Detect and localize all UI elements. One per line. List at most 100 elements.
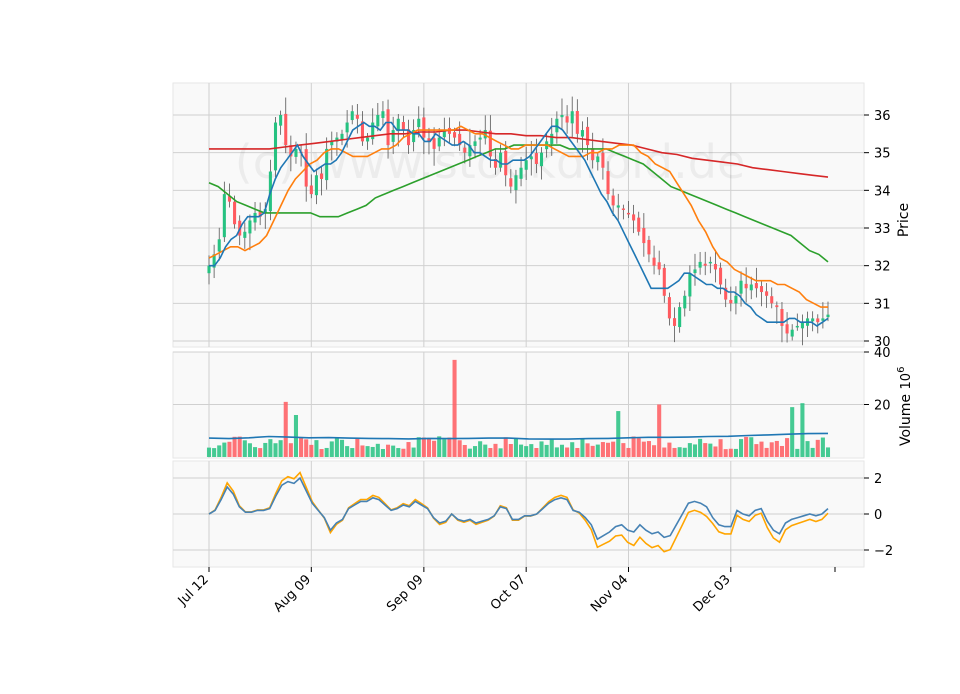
volume-bar xyxy=(733,448,738,457)
volume-bar xyxy=(718,439,723,457)
candle-body xyxy=(309,185,313,195)
candle-body xyxy=(386,109,390,146)
x-tick-label: Oct 07 xyxy=(488,572,529,613)
volume-bar xyxy=(242,440,247,457)
volume-bar xyxy=(585,443,590,457)
volume-bar xyxy=(503,437,508,457)
volume-bar xyxy=(754,444,759,457)
volume-axis-label: Volume xyxy=(898,394,914,446)
volume-bar xyxy=(774,440,779,457)
volume-bar xyxy=(247,443,252,457)
volume-bar xyxy=(539,441,544,457)
candle-body xyxy=(637,217,641,232)
candle-body xyxy=(222,194,226,238)
volume-bar xyxy=(810,447,815,457)
candle-body xyxy=(811,318,815,322)
candle-body xyxy=(366,137,370,142)
volume-bar xyxy=(288,443,293,457)
volume-bar xyxy=(493,443,498,457)
volume-bar xyxy=(779,445,784,457)
volume-bar xyxy=(529,444,534,457)
candle-body xyxy=(279,115,283,126)
volume-bar xyxy=(299,437,304,457)
volume-bar xyxy=(580,439,585,457)
candle-body xyxy=(560,115,564,118)
volume-bar xyxy=(820,437,825,457)
volume-bar xyxy=(652,445,657,457)
volume-bar xyxy=(815,439,820,457)
volume-bar xyxy=(360,445,365,457)
volume-bar xyxy=(498,448,503,457)
volume-bar xyxy=(565,447,570,457)
x-tick-label: Sep 09 xyxy=(384,572,427,615)
candle-body xyxy=(816,318,820,323)
chart-svg: (c) www.stockdroid.de Jul 12 Aug 09 Sep 09… xyxy=(172,82,914,615)
volume-bar xyxy=(611,441,616,457)
price-axis-label: Price xyxy=(896,203,912,237)
candle-body xyxy=(570,111,574,124)
candle-body xyxy=(703,263,707,266)
candle-body xyxy=(376,115,380,127)
volume-y-tick-label: 20 xyxy=(874,399,891,414)
candle-body xyxy=(647,239,651,255)
candle-body xyxy=(601,152,605,168)
volume-bar xyxy=(636,438,641,457)
volume-bar xyxy=(467,448,472,457)
volume-bar xyxy=(222,442,227,457)
volume-bar xyxy=(764,447,769,457)
volume-bar xyxy=(621,443,626,457)
candle-body xyxy=(463,147,467,153)
candle-body xyxy=(678,307,682,328)
candle-body xyxy=(642,228,646,244)
volume-bar xyxy=(744,436,749,457)
volume-bar xyxy=(549,438,554,457)
price-y-tick-label: 34 xyxy=(874,184,891,199)
candle-body xyxy=(800,322,804,329)
volume-bar xyxy=(350,448,355,457)
volume-bar xyxy=(411,447,416,457)
volume-bar xyxy=(626,447,631,457)
volume-bar xyxy=(570,442,575,457)
candle-body xyxy=(243,231,247,238)
volume-bar xyxy=(519,444,524,457)
candle-body xyxy=(632,214,636,221)
candle-body xyxy=(273,122,278,171)
candle-body xyxy=(586,126,590,146)
candle-body xyxy=(621,208,625,210)
volume-axis-label-text: Volume xyxy=(898,394,914,446)
volume-bar xyxy=(263,442,268,457)
candle-body xyxy=(248,220,252,234)
candle-body xyxy=(626,212,631,215)
candle-body xyxy=(340,133,344,140)
volume-bar xyxy=(217,445,222,457)
volume-bar xyxy=(672,447,677,457)
candle-body xyxy=(453,132,457,138)
volume-bar xyxy=(309,444,314,457)
volume-bar xyxy=(524,446,529,457)
volume-bar xyxy=(595,444,600,457)
candle-body xyxy=(785,324,789,334)
candle-body xyxy=(580,130,584,137)
volume-bar xyxy=(396,448,401,457)
candlestick-chart: (c) www.stockdroid.de Jul 12 Aug 09 Sep 09… xyxy=(0,0,960,690)
volume-bar xyxy=(304,439,309,457)
volume-bar xyxy=(339,439,345,457)
volume-bar xyxy=(432,440,437,457)
volume-bar xyxy=(227,441,232,457)
volume-bar xyxy=(667,442,672,457)
volume-bar xyxy=(800,403,805,457)
candle-body xyxy=(253,212,257,223)
candle-body xyxy=(233,201,237,225)
candle-body xyxy=(729,299,733,304)
candle-body xyxy=(591,148,595,161)
volume-bar xyxy=(728,448,733,457)
volume-bar xyxy=(559,444,565,457)
volume-bar xyxy=(462,444,467,457)
volume-bar xyxy=(375,443,380,457)
candle-body xyxy=(775,305,779,308)
volume-bar xyxy=(258,448,263,457)
candle-body xyxy=(565,116,569,123)
volume-bar xyxy=(437,436,442,457)
candle-body xyxy=(672,318,677,326)
volume-bar xyxy=(253,447,258,457)
